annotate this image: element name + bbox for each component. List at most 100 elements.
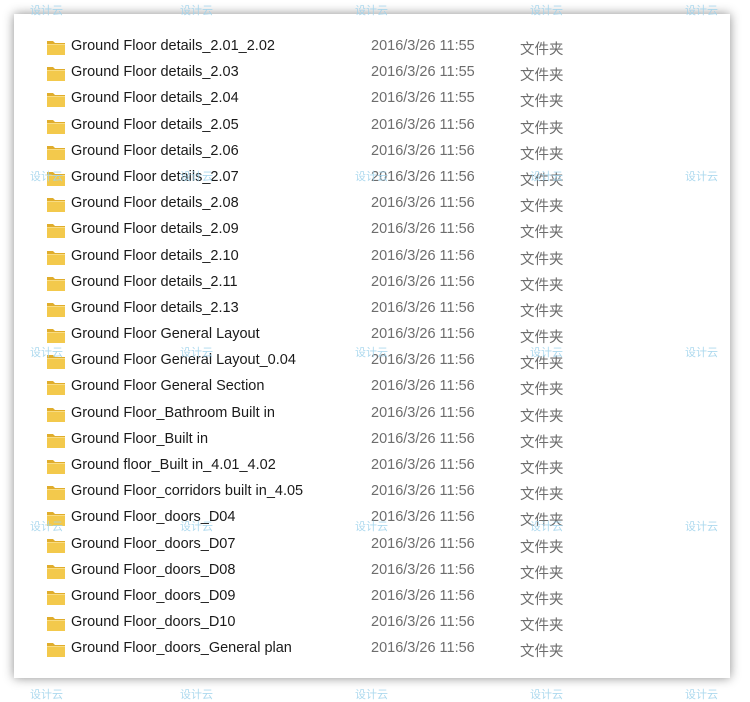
file-name: Ground Floor details_2.09: [71, 221, 239, 238]
file-list: Ground Floor details_2.01_2.02 2016/3/26 …: [14, 34, 730, 663]
file-name: Ground Floor details_2.01_2.02: [71, 38, 275, 54]
folder-icon: [46, 483, 68, 501]
file-row[interactable]: Ground Floor General Section 2016/3/26 11…: [14, 374, 730, 400]
file-row[interactable]: Ground Floor_doors_D10 2016/3/26 11:56 文件夹: [14, 610, 730, 636]
folder-icon: [46, 405, 68, 423]
folder-icon: [46, 562, 68, 580]
file-name: Ground Floor details_2.03: [71, 64, 239, 81]
file-type: 文件夹: [520, 565, 564, 582]
folder-icon: [46, 274, 68, 292]
file-row[interactable]: Ground Floor details_2.06 2016/3/26 11:56…: [14, 139, 730, 165]
file-row[interactable]: Ground Floor details_2.07 2016/3/26 11:56…: [14, 165, 730, 191]
file-date-modified: 2016/3/26 11:56: [371, 587, 475, 604]
file-type: 文件夹: [520, 225, 564, 242]
watermark-text: 设计云: [180, 688, 213, 701]
file-row[interactable]: Ground Floor_doors_D08 2016/3/26 11:56 文件夹: [14, 558, 730, 584]
file-date-modified: 2016/3/26 11:56: [371, 168, 475, 185]
file-row[interactable]: Ground Floor details_2.13 2016/3/26 11:56…: [14, 296, 730, 322]
folder-icon: [46, 352, 68, 370]
file-name: Ground Floor_doors_D09: [71, 587, 236, 604]
file-type: 文件夹: [520, 42, 564, 58]
file-name: Ground Floor details_2.10: [71, 247, 239, 264]
file-row[interactable]: Ground Floor details_2.11 2016/3/26 11:56…: [14, 270, 730, 296]
file-name: Ground Floor General Layout: [71, 326, 260, 343]
file-date-modified: 2016/3/26 11:55: [371, 64, 475, 81]
file-date-modified: 2016/3/26 11:56: [371, 299, 475, 316]
file-name: Ground Floor details_2.05: [71, 116, 239, 133]
file-type: 文件夹: [520, 644, 564, 661]
file-row[interactable]: Ground Floor details_2.03 2016/3/26 11:55…: [14, 60, 730, 86]
file-date-modified: 2016/3/26 11:56: [371, 378, 475, 395]
file-name: Ground Floor details_2.11: [71, 273, 238, 290]
file-row[interactable]: Ground Floor General Layout 2016/3/26 11:…: [14, 322, 730, 348]
file-row[interactable]: Ground Floor details_2.01_2.02 2016/3/26 …: [14, 34, 730, 60]
folder-icon: [46, 117, 68, 135]
file-row[interactable]: Ground Floor General Layout_0.04 2016/3/2…: [14, 348, 730, 374]
folder-icon: [46, 614, 68, 632]
file-date-modified: 2016/3/26 11:56: [371, 142, 475, 159]
file-date-modified: 2016/3/26 11:56: [371, 561, 475, 578]
folder-icon: [46, 588, 68, 606]
file-date-modified: 2016/3/26 11:56: [371, 535, 475, 552]
file-row[interactable]: Ground Floor_doors_D04 2016/3/26 11:56 文件夹: [14, 505, 730, 531]
folder-icon: [46, 143, 68, 161]
file-type: 文件夹: [520, 68, 564, 85]
file-date-modified: 2016/3/26 11:56: [371, 352, 475, 369]
file-date-modified: 2016/3/26 11:56: [371, 116, 475, 133]
file-type: 文件夹: [520, 591, 564, 608]
file-type: 文件夹: [520, 199, 564, 216]
file-row[interactable]: Ground Floor_Bathroom Built in 2016/3/26 …: [14, 401, 730, 427]
folder-icon: [46, 536, 68, 554]
file-row[interactable]: Ground Floor_Built in 2016/3/26 11:56 文件夹: [14, 427, 730, 453]
watermark-text: 设计云: [355, 688, 388, 701]
file-type: 文件夹: [520, 513, 564, 530]
file-row[interactable]: Ground floor_Built in_4.01_4.02 2016/3/26…: [14, 453, 730, 479]
file-row[interactable]: Ground Floor_doors_D07 2016/3/26 11:56 文件夹: [14, 532, 730, 558]
file-name: Ground Floor_doors_General plan: [71, 640, 292, 657]
file-name: Ground Floor details_2.06: [71, 142, 239, 159]
file-type: 文件夹: [520, 356, 564, 373]
file-row[interactable]: Ground Floor_corridors built in_4.05 2016…: [14, 479, 730, 505]
file-name: Ground Floor_doors_D10: [71, 614, 236, 631]
watermark-text: 设计云: [685, 688, 718, 701]
file-name: Ground Floor details_2.07: [71, 168, 239, 185]
file-row[interactable]: Ground Floor details_2.05 2016/3/26 11:56…: [14, 113, 730, 139]
file-type: 文件夹: [520, 408, 564, 425]
file-type: 文件夹: [520, 303, 564, 320]
file-date-modified: 2016/3/26 11:56: [371, 326, 475, 343]
file-explorer-window: Ground Floor details_2.01_2.02 2016/3/26 …: [14, 14, 730, 678]
file-row[interactable]: Ground Floor details_2.09 2016/3/26 11:56…: [14, 217, 730, 243]
file-type: 文件夹: [520, 94, 564, 111]
file-row[interactable]: Ground Floor details_2.10 2016/3/26 11:56…: [14, 244, 730, 270]
file-date-modified: 2016/3/26 11:56: [371, 404, 475, 421]
file-name: Ground Floor details_2.13: [71, 299, 239, 316]
folder-icon: [46, 431, 68, 449]
file-date-modified: 2016/3/26 11:56: [371, 195, 475, 212]
folder-icon: [46, 378, 68, 396]
file-row[interactable]: Ground Floor_doors_D09 2016/3/26 11:56 文件夹: [14, 584, 730, 610]
folder-icon: [46, 169, 68, 187]
file-type: 文件夹: [520, 461, 564, 477]
file-type: 文件夹: [520, 251, 564, 268]
file-type: 文件夹: [520, 120, 564, 137]
file-row[interactable]: Ground Floor details_2.04 2016/3/26 11:55…: [14, 86, 730, 112]
file-type: 文件夹: [520, 434, 564, 451]
file-type: 文件夹: [520, 382, 564, 399]
file-type: 文件夹: [520, 172, 564, 189]
file-name: Ground floor_Built in_4.01_4.02: [71, 457, 276, 473]
file-date-modified: 2016/3/26 11:55: [371, 90, 475, 107]
file-name: Ground Floor details_2.04: [71, 90, 239, 107]
file-type: 文件夹: [520, 330, 564, 347]
folder-icon: [46, 640, 68, 658]
watermark-text: 设计云: [30, 688, 63, 701]
file-date-modified: 2016/3/26 11:56: [371, 457, 475, 473]
file-name: Ground Floor_doors_D04: [71, 509, 236, 526]
file-type: 文件夹: [520, 146, 564, 163]
file-row[interactable]: Ground Floor details_2.08 2016/3/26 11:56…: [14, 191, 730, 217]
file-row[interactable]: Ground Floor_doors_General plan 2016/3/26…: [14, 636, 730, 662]
folder-icon: [46, 221, 68, 239]
folder-icon: [46, 38, 68, 56]
file-date-modified: 2016/3/26 11:56: [371, 430, 475, 447]
file-name: Ground Floor_doors_D08: [71, 561, 236, 578]
folder-icon: [46, 457, 68, 475]
